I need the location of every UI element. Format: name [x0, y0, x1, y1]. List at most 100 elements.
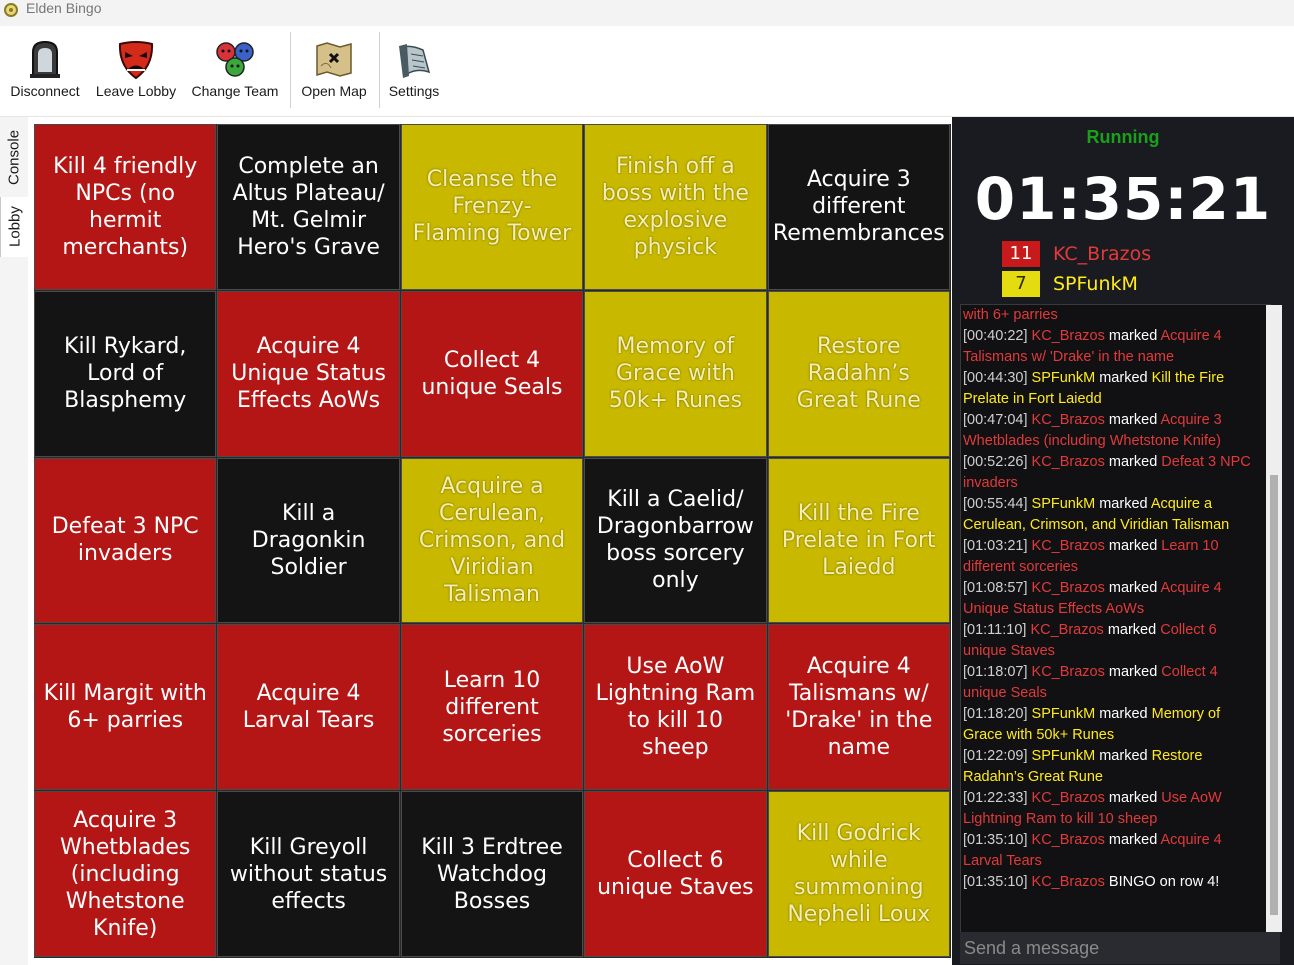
team-name: KC_Brazos — [1053, 243, 1152, 265]
bingo-cell-text: Finish off a boss with the explosive phy… — [601, 153, 749, 260]
bingo-cell[interactable]: Restore Radahn’s Great Rune — [767, 290, 950, 457]
bingo-cell[interactable]: Learn 10 different sorceries — [400, 624, 584, 791]
chat-segment: SPFunkM — [1031, 706, 1096, 722]
chat-message: with 6+ parries — [963, 305, 1259, 326]
angry-mask-icon — [118, 41, 154, 80]
bingo-cell[interactable]: Kill Godrick while summoning Nepheli Lou… — [767, 791, 950, 957]
chat-segment: [01:18:20] — [963, 706, 1032, 722]
game-panel: Running 01:35:21 11 KC_Brazos 7 SPFunkM … — [952, 117, 1294, 965]
chat-segment: KC_Brazos — [1031, 412, 1105, 428]
disconnect-button[interactable]: Disconnect — [4, 36, 86, 111]
chat-segment: [00:44:30] — [963, 370, 1032, 386]
bingo-cell[interactable]: Memory of Grace with 50k+ Runes — [584, 290, 767, 457]
message-input[interactable] — [960, 932, 1280, 964]
chat-segment: [00:52:26] — [963, 454, 1032, 470]
chat-segment: KC_Brazos — [1031, 874, 1105, 890]
chat-segment: [01:22:33] — [963, 790, 1032, 806]
chat-segment: marked — [1104, 580, 1161, 596]
bingo-cell-text: Acquire 4 Talismans w/ 'Drake' in the na… — [785, 654, 933, 761]
chat-segment: marked — [1104, 454, 1162, 470]
chat-segment: marked — [1095, 496, 1151, 512]
bingo-cell[interactable]: Kill a Caelid/ Dragonbarrow boss sorcery… — [584, 457, 767, 624]
team-faces-icon — [216, 42, 254, 77]
bingo-cell[interactable]: Acquire 3 different Remembrances — [767, 124, 950, 290]
chat-message: [01:18:20] SPFunkM marked Memory of Grac… — [963, 704, 1259, 746]
chat-segment: [01:18:07] — [963, 664, 1032, 680]
chat-segment: KC_Brazos — [1031, 328, 1105, 344]
open-map-button[interactable]: Open Map — [294, 36, 374, 111]
chat-segment: KC_Brazos — [1031, 664, 1105, 680]
chat-segment: marked — [1104, 538, 1162, 554]
bingo-board: Kill 4 friendly NPCs (no hermit merchant… — [34, 124, 951, 958]
bingo-cell[interactable]: Kill 4 friendly NPCs (no hermit merchant… — [34, 124, 217, 290]
chat-segment: marked — [1104, 412, 1161, 428]
team-score: 7 — [1002, 271, 1040, 297]
bingo-cell[interactable]: Collect 6 unique Staves — [584, 791, 767, 957]
bingo-cell[interactable]: Acquire 3 Whetblades (including Whetston… — [34, 791, 217, 957]
bingo-cell[interactable]: Complete an Altus Plateau/ Mt. Gelmir He… — [217, 124, 400, 290]
chat-messages: with 6+ parries [00:40:22] KC_Brazos mark… — [963, 305, 1259, 893]
chat-segment: [00:55:44] — [963, 496, 1032, 512]
gravestone-icon — [30, 40, 60, 78]
chat-segment: BINGO on row 4! — [1104, 874, 1220, 890]
chat-segment: [01:22:09] — [963, 748, 1032, 764]
chat-log[interactable]: with 6+ parries [00:40:22] KC_Brazos mark… — [960, 304, 1271, 934]
chat-segment: [01:35:10] — [963, 874, 1032, 890]
bingo-cell-text: Kill Rykard, Lord of Blasphemy — [64, 334, 187, 414]
bingo-cell-text: Collect 6 unique Staves — [597, 848, 754, 901]
bingo-cell[interactable]: Collect 4 unique Seals — [400, 290, 584, 457]
bingo-cell[interactable]: Acquire 4 Larval Tears — [217, 624, 400, 791]
change-team-label: Change Team — [191, 83, 279, 99]
bingo-cell[interactable]: Kill 3 Erdtree Watchdog Bosses — [400, 791, 584, 957]
chat-message: [00:44:30] SPFunkM marked Kill the Fire … — [963, 368, 1259, 410]
chat-segment: [01:03:21] — [963, 538, 1032, 554]
chat-message: [00:55:44] SPFunkM marked Acquire a Ceru… — [963, 494, 1259, 536]
settings-button[interactable]: Settings — [382, 36, 446, 111]
bingo-cell[interactable]: Kill the Fire Prelate in Fort Laiedd — [767, 457, 950, 624]
toolbar-separator — [290, 32, 291, 108]
bingo-cell[interactable]: Cleanse the Frenzy-Flaming Tower — [400, 124, 584, 290]
bingo-cell-text: Kill 3 Erdtree Watchdog Bosses — [421, 834, 563, 914]
bingo-cell[interactable]: Acquire a Cerulean, Crimson, and Viridia… — [400, 457, 584, 624]
toolbar-separator — [379, 32, 380, 108]
disconnect-label: Disconnect — [10, 83, 80, 99]
open-map-label: Open Map — [301, 83, 367, 99]
change-team-button[interactable]: Change Team — [186, 36, 284, 111]
scrollbar-thumb[interactable] — [1270, 475, 1278, 915]
bingo-cell[interactable]: Kill a Dragonkin Soldier — [217, 457, 400, 624]
chat-segment: SPFunkM — [1031, 370, 1096, 386]
bingo-cell[interactable]: Use AoW Lightning Ram to kill 10 sheep — [584, 624, 767, 791]
map-icon — [316, 42, 352, 77]
bingo-cell[interactable]: Acquire 4 Unique Status Effects AoWs — [217, 290, 400, 457]
bingo-cell-text: Learn 10 different sorceries — [442, 667, 542, 747]
bingo-cell-text: Kill a Caelid/ Dragonbarrow boss sorcery… — [596, 487, 754, 594]
team-name: SPFunkM — [1053, 273, 1138, 295]
chat-scrollbar[interactable] — [1266, 305, 1282, 932]
bingo-cell[interactable]: Acquire 4 Talismans w/ 'Drake' in the na… — [767, 624, 950, 791]
chat-segment: KC_Brazos — [1031, 538, 1105, 554]
bingo-cell[interactable]: Kill Margit with 6+ parries — [34, 624, 217, 791]
bingo-cell[interactable]: Defeat 3 NPC invaders — [34, 457, 217, 624]
game-timer: 01:35:21 — [974, 165, 1272, 233]
chat-message: [00:47:04] KC_Brazos marked Acquire 3 Wh… — [963, 410, 1259, 452]
bingo-cell-text: Acquire 4 Larval Tears — [242, 681, 375, 734]
chat-segment: [00:40:22] — [963, 328, 1032, 344]
bingo-cell[interactable]: Kill Greyoll without status effects — [217, 791, 400, 957]
bingo-cell[interactable]: Finish off a boss with the explosive phy… — [584, 124, 767, 290]
tab-lobby[interactable]: Lobby — [0, 197, 29, 257]
bingo-cell-text: Cleanse the Frenzy-Flaming Tower — [412, 167, 572, 247]
chat-segment: marked — [1095, 370, 1152, 386]
leave-lobby-button[interactable]: Leave Lobby — [90, 36, 182, 111]
window-title: Elden Bingo — [26, 0, 102, 16]
bingo-cell-text: Acquire 3 Whetblades (including Whetston… — [60, 807, 191, 941]
bingo-cell[interactable]: Kill Rykard, Lord of Blasphemy — [34, 290, 217, 457]
bingo-cell-text: Acquire 3 different Remembrances — [772, 167, 945, 247]
chat-segment: [01:35:10] — [963, 832, 1032, 848]
side-tabs: Console Lobby — [0, 117, 29, 965]
chat-message: [01:18:07] KC_Brazos marked Collect 4 un… — [963, 662, 1259, 704]
chat-segment: marked — [1103, 622, 1161, 638]
tab-console[interactable]: Console — [0, 117, 28, 197]
team-score: 11 — [1002, 241, 1040, 267]
chat-segment: [00:47:04] — [963, 412, 1032, 428]
chat-segment: KC_Brazos — [1031, 832, 1105, 848]
